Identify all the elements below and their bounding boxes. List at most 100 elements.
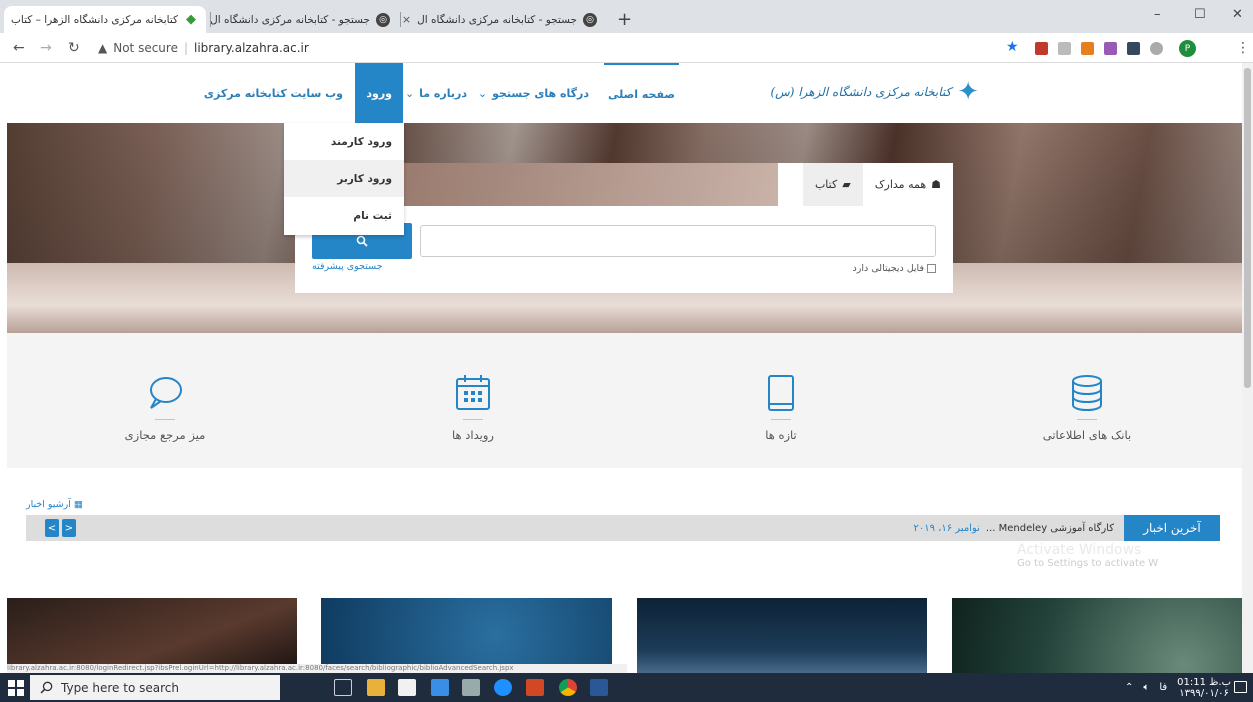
watermark-title: Activate Windows	[1017, 542, 1142, 558]
maximize-button[interactable]: ☐	[1194, 7, 1206, 22]
menu-item-register[interactable]: ثبت نام	[284, 197, 404, 234]
feature-new-items[interactable]: تازه ها	[706, 373, 856, 442]
search-icon	[40, 681, 53, 694]
feature-label: میز مرجع مجازی	[124, 428, 206, 442]
features-strip: بانک های اطلاعاتی تازه ها رویداد ها میز …	[7, 333, 1242, 468]
browser-tab-active[interactable]: ◆ کتابخانه مرکزی دانشگاه الزهرا – کتاب ×	[4, 6, 206, 33]
extension-icon[interactable]	[1127, 42, 1140, 55]
checkbox[interactable]	[927, 264, 936, 273]
logo-icon: ✦	[957, 77, 979, 107]
tab-title: جستجو - کتابخانه مرکزی دانشگاه ال	[210, 13, 370, 26]
search-input[interactable]	[420, 225, 936, 257]
advanced-search-link[interactable]: جستجوی پیشرفته	[312, 261, 382, 272]
archive-label: آرشیو اخبار	[26, 499, 71, 510]
mail-icon[interactable]	[431, 679, 449, 696]
feature-label: بانک های اطلاعاتی	[1042, 428, 1132, 442]
site-favicon-icon: ◆	[186, 12, 196, 27]
nav-about[interactable]: درباره ما ⌄	[405, 63, 467, 123]
file-explorer-icon[interactable]	[367, 679, 385, 696]
news-item[interactable]: کارگاه آموزشی Mendeley ... نوامبر ۱۶، ۲۰…	[913, 515, 1114, 541]
news-thumbnail[interactable]	[7, 598, 297, 673]
edge-icon[interactable]	[494, 679, 512, 696]
tab-label: همه مدارک	[874, 178, 927, 191]
page-scrollbar[interactable]	[1242, 63, 1253, 673]
book-small-icon: ▰	[842, 178, 851, 191]
url-text: library.alzahra.ac.ir	[194, 41, 309, 55]
feature-databases[interactable]: بانک های اطلاعاتی	[1012, 373, 1162, 442]
back-arrow-icon[interactable]: ←	[13, 40, 25, 56]
search-tabs: ☗ همه مدارک ▰ کتاب	[778, 163, 953, 206]
news-next-button[interactable]: >	[62, 519, 76, 537]
browser-tab[interactable]: ◎ جستجو - کتابخانه مرکزی دانشگاه ال ×	[210, 6, 398, 33]
volume-icon[interactable]: 🔈︎	[1143, 682, 1149, 693]
tab-close-icon[interactable]: ×	[4, 13, 5, 26]
activate-windows-watermark: Activate Windows Go to Settings to activ…	[1017, 542, 1158, 569]
tab-label: کتاب	[814, 178, 838, 191]
documents-icon: ☗	[931, 178, 941, 191]
nav-login[interactable]: ورود	[355, 63, 403, 123]
menu-dots-icon[interactable]: ⋮	[1236, 40, 1250, 56]
tab-title: جستجو - کتابخانه مرکزی دانشگاه ال	[417, 13, 577, 26]
news-title: کارگاه آموزشی Mendeley ...	[985, 522, 1114, 534]
tab-book[interactable]: ▰ کتاب	[802, 163, 863, 206]
news-archive-link[interactable]: ▦ آرشیو اخبار	[26, 499, 83, 510]
calendar-icon	[456, 375, 490, 410]
close-window-button[interactable]: ✕	[1232, 7, 1243, 22]
browser-toolbar: ← → ↻ ▲ Not secure | library.alzahra.ac.…	[0, 33, 1253, 63]
app-icon[interactable]	[462, 679, 480, 696]
digital-file-checkbox[interactable]: فایل دیجیتالی دارد	[853, 263, 936, 274]
reload-icon[interactable]: ↻	[68, 40, 80, 56]
address-bar[interactable]: ▲ Not secure | library.alzahra.ac.ir	[98, 37, 968, 59]
word-icon[interactable]	[590, 679, 608, 696]
forward-arrow-icon[interactable]: →	[40, 40, 52, 56]
chevron-down-icon: ⌄	[477, 86, 488, 100]
news-date: نوامبر ۱۶، ۲۰۱۹	[913, 522, 980, 534]
latest-news-label: آخرین اخبار	[1124, 515, 1220, 541]
news-ticker: آخرین اخبار کارگاه آموزشی Mendeley ... ن…	[26, 515, 1220, 541]
nav-search-portals[interactable]: درگاه های جستجو ⌄	[478, 63, 589, 123]
extension-icon[interactable]	[1104, 42, 1117, 55]
feature-events[interactable]: رویداد ها	[398, 373, 548, 442]
new-tab-button[interactable]: +	[617, 9, 632, 30]
extension-icon[interactable]	[1058, 42, 1071, 55]
store-icon[interactable]	[398, 679, 416, 696]
extension-icon[interactable]	[1081, 42, 1094, 55]
nav-home[interactable]: صفحه اصلی	[604, 63, 679, 123]
bookmark-star-icon[interactable]: ★	[1006, 39, 1019, 55]
logo-text: کتابخانه مرکزی دانشگاه الزهرا (س)	[770, 85, 952, 99]
feature-label: تازه ها	[765, 428, 797, 442]
news-thumbnail[interactable]	[952, 598, 1242, 673]
chrome-icon[interactable]	[559, 679, 577, 696]
extension-icon[interactable]	[1150, 42, 1163, 55]
site-header: ✦ کتابخانه مرکزی دانشگاه الزهرا (س) صفحه…	[7, 63, 1242, 123]
profile-avatar[interactable]: P	[1179, 40, 1196, 57]
system-tray: ⌃ 🔈︎ فا 01:11 ب.ظ ۱۳۹۹/۰۱/۰۶	[1125, 675, 1231, 700]
watermark-subtitle: Go to Settings to activate W	[1017, 558, 1159, 569]
web-page: ✦ کتابخانه مرکزی دانشگاه الزهرا (س) صفحه…	[7, 63, 1242, 673]
browser-tab[interactable]: ◎ جستجو - کتابخانه مرکزی دانشگاه ال ×	[400, 6, 605, 33]
menu-item-user-login[interactable]: ورود کاربر	[284, 160, 404, 197]
database-icon	[1072, 375, 1102, 412]
news-thumbnail[interactable]	[637, 598, 927, 673]
minimize-button[interactable]: –	[1154, 7, 1161, 22]
taskbar-search-box[interactable]: Type here to search	[30, 675, 280, 700]
tab-close-icon[interactable]: ×	[402, 13, 411, 26]
clock-date: ۱۳۹۹/۰۱/۰۶	[1179, 687, 1229, 699]
taskbar-search-placeholder: Type here to search	[61, 680, 179, 695]
taskbar-clock[interactable]: 01:11 ب.ظ ۱۳۹۹/۰۱/۰۶	[1177, 677, 1231, 699]
tray-chevron-icon[interactable]: ⌃	[1125, 682, 1133, 693]
powerpoint-icon[interactable]	[526, 679, 544, 696]
site-logo[interactable]: ✦ کتابخانه مرکزی دانشگاه الزهرا (س)	[770, 77, 979, 107]
nav-label: درگاه های جستجو	[492, 86, 589, 100]
windows-start-icon[interactable]	[8, 680, 24, 696]
news-thumbnail[interactable]	[321, 598, 612, 673]
notification-icon[interactable]	[1234, 681, 1247, 693]
nav-central-site[interactable]: وب سایت کتابخانه مرکزی	[204, 63, 343, 123]
tab-all-documents[interactable]: ☗ همه مدارک	[862, 163, 953, 206]
task-view-icon[interactable]	[334, 679, 352, 696]
news-prev-button[interactable]: <	[45, 519, 59, 537]
feature-virtual-reference[interactable]: میز مرجع مجازی	[90, 373, 240, 442]
input-language[interactable]: فا	[1159, 682, 1167, 693]
menu-item-staff-login[interactable]: ورود کارمند	[284, 123, 404, 160]
extension-icon[interactable]	[1035, 42, 1048, 55]
